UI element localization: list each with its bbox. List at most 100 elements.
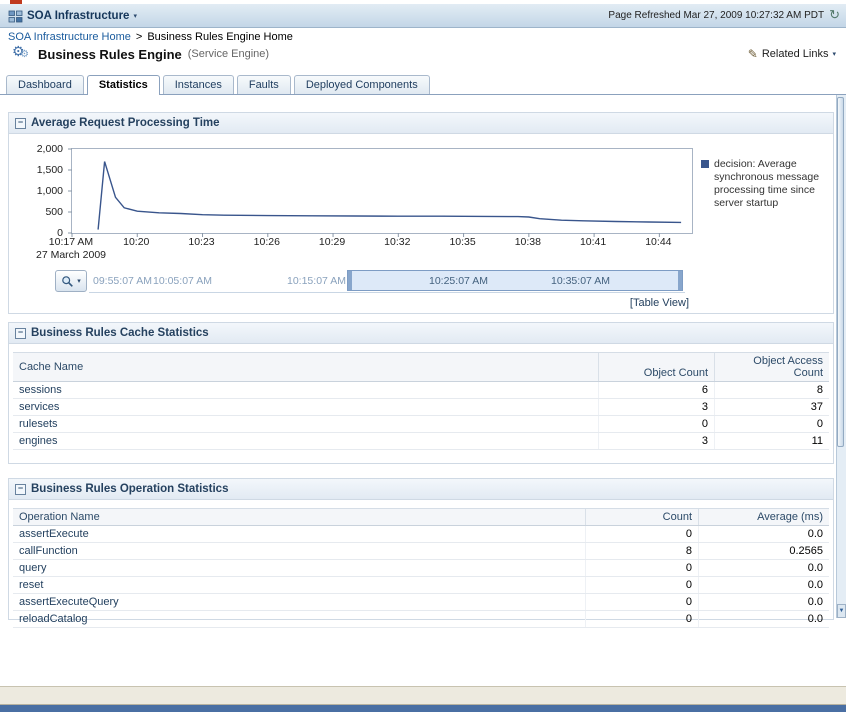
column-header-object-access-count: Object Access Count (715, 353, 830, 382)
context-target-menu[interactable]: SOA Infrastructure ▾ (8, 7, 137, 25)
soa-infrastructure-icon (8, 9, 23, 24)
table-row: assertExecute 0 0.0 (13, 526, 829, 543)
x-axis-label: 10:26 (254, 236, 280, 249)
operation-name-cell: query (13, 560, 586, 577)
table-view-link[interactable]: [Table View] (630, 297, 689, 309)
average-cell: 0.2565 (699, 543, 830, 560)
slider-time-label: 10:05:07 AM (153, 275, 212, 287)
page: SOA Infrastructure ▾ Page Refreshed Mar … (0, 0, 846, 712)
legend-swatch (701, 160, 709, 168)
object-count-cell: 3 (599, 433, 715, 450)
section-business-rules-cache-statistics: − Business Rules Cache Statistics Cache … (8, 322, 834, 464)
magnifier-icon (61, 275, 74, 288)
table-row: reloadCatalog 0 0.0 (13, 611, 829, 628)
chart-legend: decision: Average synchronous message pr… (701, 158, 831, 211)
count-cell: 0 (586, 560, 699, 577)
table-row: assertExecuteQuery 0 0.0 (13, 594, 829, 611)
time-slider-selection[interactable] (347, 270, 683, 291)
related-links-menu[interactable]: ✎ Related Links ▾ (748, 47, 836, 61)
refresh-icon[interactable]: ↻ (829, 9, 840, 21)
table-row: rulesets 0 0 (13, 416, 829, 433)
breadcrumb-separator: > (136, 31, 142, 43)
scrollbar-thumb[interactable] (837, 97, 844, 447)
collapse-icon[interactable]: − (15, 484, 26, 495)
chart-line-series (98, 162, 681, 230)
operation-name-cell: assertExecuteQuery (13, 594, 586, 611)
table-row: services 3 37 (13, 399, 829, 416)
collapse-icon[interactable]: − (15, 328, 26, 339)
slider-time-label: 10:25:07 AM (429, 275, 488, 287)
x-axis-label: 10:35 (449, 236, 475, 249)
operation-table: Operation Name Count Average (ms) assert… (13, 508, 829, 628)
tab-deployed-components[interactable]: Deployed Components (294, 75, 430, 94)
slider-time-label: 10:35:07 AM (551, 275, 610, 287)
table-row: engines 3 11 (13, 433, 829, 450)
column-header-object-count: Object Count (599, 353, 715, 382)
column-header-average-ms: Average (ms) (699, 509, 830, 526)
column-header-cache-name: Cache Name (13, 353, 599, 382)
zoom-menu-button[interactable]: ▾ (55, 270, 87, 292)
operation-name-cell: reset (13, 577, 586, 594)
tab-instances[interactable]: Instances (163, 75, 234, 94)
selection-right-handle[interactable] (678, 271, 682, 290)
operation-table-header-row: Operation Name Count Average (ms) (13, 509, 829, 526)
page-subtitle: (Service Engine) (188, 48, 269, 60)
table-row: reset 0 0.0 (13, 577, 829, 594)
y-axis-label: 1,000 (37, 185, 63, 197)
slider-time-label: 09:55:07 AM (93, 275, 152, 287)
cache-name-cell: sessions (13, 382, 599, 399)
chart-plot (71, 148, 693, 234)
table-row: sessions 6 8 (13, 382, 829, 399)
count-cell: 0 (586, 611, 699, 628)
slider-time-label: 10:15:07 AM (287, 275, 346, 287)
title-group: ⚙ ⚙ Business Rules Engine (Service Engin… (12, 45, 269, 63)
x-axis-label: 10:38 (515, 236, 541, 249)
count-cell: 0 (586, 526, 699, 543)
cache-name-cell: services (13, 399, 599, 416)
footer-bar (0, 686, 846, 705)
tab-faults[interactable]: Faults (237, 75, 291, 94)
x-axis-label: 10:20 (123, 236, 149, 249)
count-cell: 0 (586, 594, 699, 611)
selection-left-handle[interactable] (348, 271, 352, 290)
object-access-count-cell: 0 (715, 416, 830, 433)
object-access-count-cell: 8 (715, 382, 830, 399)
page-title: Business Rules Engine (38, 47, 182, 62)
page-refreshed-text: Page Refreshed Mar 27, 2009 10:27:32 AM … (608, 10, 824, 21)
tab-dashboard[interactable]: Dashboard (6, 75, 84, 94)
section-header: − Average Request Processing Time (9, 113, 833, 134)
operation-table-wrapper: Operation Name Count Average (ms) assert… (9, 500, 833, 628)
context-target-label: SOA Infrastructure (27, 10, 129, 22)
column-header-operation-name: Operation Name (13, 509, 586, 526)
chart-x-axis: 10:17 AM 27 March 200910:2010:2310:2610:… (71, 234, 691, 266)
scrollbar-down-button[interactable]: ▼ (837, 604, 846, 618)
cache-table-header-row: Cache Name Object Count Object Access Co… (13, 353, 829, 382)
vertical-scrollbar[interactable]: ▼ (836, 95, 846, 618)
chevron-down-icon: ▾ (133, 13, 137, 20)
cache-name-cell: rulesets (13, 416, 599, 433)
refresh-area: Page Refreshed Mar 27, 2009 10:27:32 AM … (608, 9, 840, 21)
section-business-rules-operation-statistics: − Business Rules Operation Statistics Op… (8, 478, 834, 620)
average-cell: 0.0 (699, 526, 830, 543)
gear-small-icon: ⚙ (20, 49, 29, 60)
legend-label: decision: Average synchronous message pr… (714, 158, 831, 211)
average-cell: 0.0 (699, 560, 830, 577)
cache-table: Cache Name Object Count Object Access Co… (13, 352, 829, 450)
section-header: − Business Rules Operation Statistics (9, 479, 833, 500)
x-axis-label: 10:32 (384, 236, 410, 249)
breadcrumb-current: Business Rules Engine Home (147, 31, 293, 43)
chevron-down-icon: ▾ (77, 278, 81, 285)
collapse-icon[interactable]: − (15, 118, 26, 129)
footer-accent-bar (0, 705, 846, 712)
tab-statistics[interactable]: Statistics (87, 75, 160, 95)
operation-name-cell: reloadCatalog (13, 611, 586, 628)
business-rules-engine-icon: ⚙ ⚙ (12, 45, 32, 63)
x-axis-label: 10:23 (188, 236, 214, 249)
chart-svg (72, 149, 692, 233)
page-header: ⚙ ⚙ Business Rules Engine (Service Engin… (0, 45, 846, 67)
chart-y-axis: 05001,0001,5002,000 (9, 148, 65, 232)
breadcrumb-link-soa-home[interactable]: SOA Infrastructure Home (8, 31, 131, 43)
table-row: callFunction 8 0.2565 (13, 543, 829, 560)
column-header-count: Count (586, 509, 699, 526)
section-header: − Business Rules Cache Statistics (9, 323, 833, 344)
